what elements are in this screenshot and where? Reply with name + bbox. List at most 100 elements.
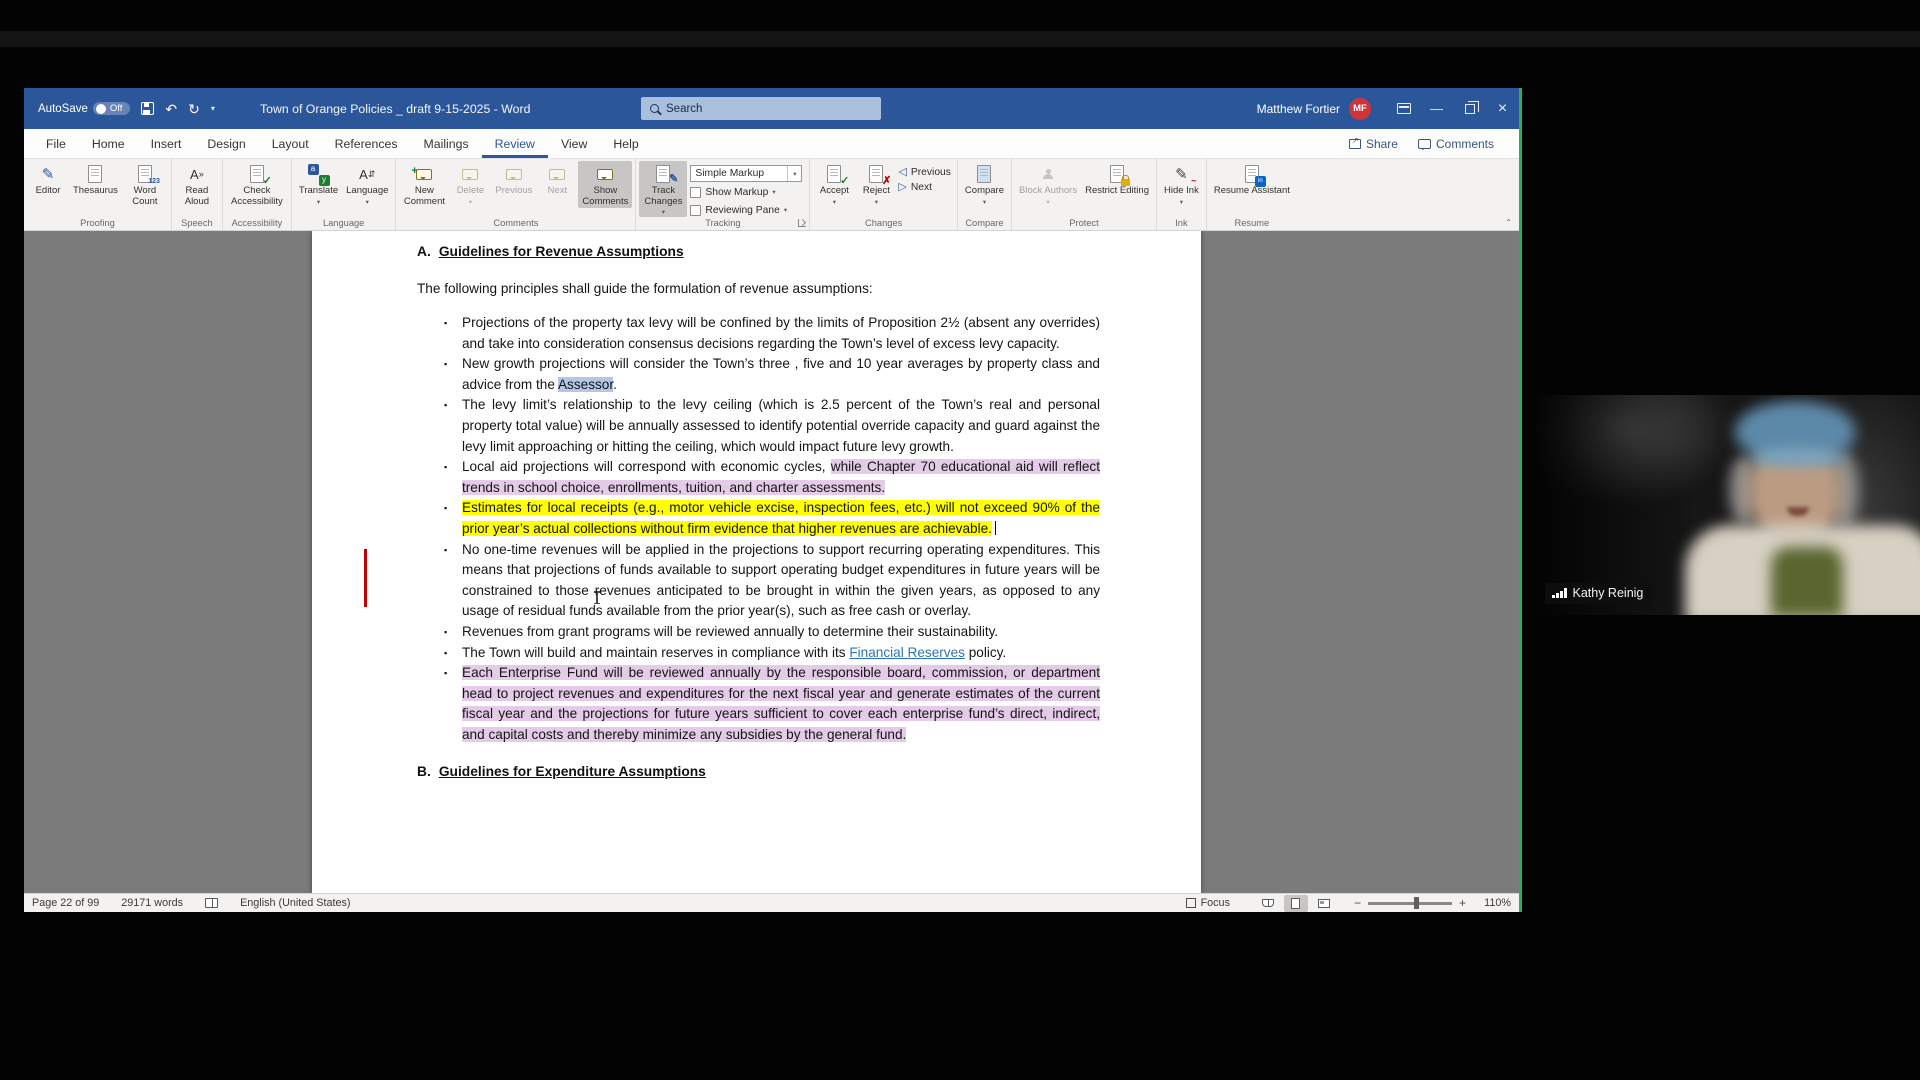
reject-dropdown-icon: ▾ <box>874 198 879 206</box>
restrict-editing-button[interactable]: Restrict Editing <box>1081 161 1153 198</box>
markup-mode-select[interactable]: Simple Markup ▾ <box>690 165 803 182</box>
thesaurus-icon <box>84 164 106 184</box>
editor-icon: ✎ <box>41 165 55 183</box>
undo-icon[interactable]: ↶ <box>165 102 177 116</box>
block-authors-dropdown-icon: ▾ <box>1046 198 1050 206</box>
language-button[interactable]: A ⇵ Language ▾ <box>342 161 392 207</box>
bullet-local-aid[interactable]: Local aid projections will correspond wi… <box>444 457 1100 498</box>
next-change-button[interactable]: ▷ Next <box>898 181 951 193</box>
zoom-out-button[interactable]: − <box>1354 896 1361 910</box>
tab-insert[interactable]: Insert <box>138 129 195 158</box>
intro-paragraph[interactable]: The following principles shall guide the… <box>417 281 1100 296</box>
text-segment-plain: Projections of the property tax levy wil… <box>462 315 1100 351</box>
avatar[interactable]: MF <box>1349 97 1371 120</box>
tab-design[interactable]: Design <box>194 129 258 158</box>
account-name[interactable]: Matthew Fortier <box>1257 102 1340 116</box>
show-markup-button[interactable]: Show Markup ▾ <box>690 184 802 200</box>
comments-button[interactable]: Comments <box>1409 134 1503 154</box>
tab-help[interactable]: Help <box>600 129 651 158</box>
tab-layout[interactable]: Layout <box>259 129 322 158</box>
page-indicator[interactable]: Page 22 of 99 <box>32 897 99 909</box>
bullet-levy-limit[interactable]: The levy limit’s relationship to the lev… <box>444 395 1100 457</box>
bullet-reserves[interactable]: The Town will build and maintain reserve… <box>444 643 1100 664</box>
zoom-level[interactable]: 110% <box>1473 897 1511 909</box>
zoom-slider[interactable] <box>1367 897 1452 909</box>
close-button[interactable]: × <box>1486 88 1519 129</box>
reject-button[interactable]: ✗ Reject ▾ <box>855 161 897 207</box>
statusbar-right: Focus − + 110% <box>1185 894 1511 912</box>
restore-button[interactable] <box>1453 88 1486 129</box>
read-mode-button[interactable] <box>1256 895 1280 912</box>
share-button[interactable]: Share <box>1340 134 1407 154</box>
customize-qat-icon[interactable]: ▾ <box>211 104 215 113</box>
text-segment-purple: Each Enterprise Fund will be reviewed an… <box>462 665 1100 742</box>
webcam-shadow <box>1537 395 1697 615</box>
show-comments-button[interactable]: Show Comments <box>578 161 633 208</box>
language-indicator[interactable]: English (United States) <box>240 897 350 909</box>
web-layout-button[interactable] <box>1312 895 1336 912</box>
tab-file[interactable]: File <box>33 129 79 158</box>
block-authors-button[interactable]: Block Authors ▾ <box>1015 161 1081 207</box>
translate-button[interactable]: a y Translate ▾ <box>295 161 342 207</box>
word-count-button[interactable]: 123 Word Count <box>122 161 168 208</box>
autosave-toggle[interactable]: AutoSave Off <box>38 102 131 115</box>
group-resume: in Resume Assistant Resume <box>1207 159 1297 230</box>
collapse-ribbon-icon[interactable]: ⌃ <box>1505 218 1512 227</box>
compare-button[interactable]: Compare ▾ <box>961 161 1008 207</box>
resume-assistant-button[interactable]: in Resume Assistant <box>1210 161 1294 198</box>
zoom-in-button[interactable]: + <box>1459 896 1466 910</box>
bullet-property-tax-levy[interactable]: Projections of the property tax levy wil… <box>444 313 1100 354</box>
word-window: AutoSave Off ↶ ↻ ▾ Town of Orange Polici… <box>24 88 1519 912</box>
group-comments: + New Comment Delete ▾ Previous Next Sho… <box>396 159 637 230</box>
accept-icon: ✓ <box>823 164 849 187</box>
tab-home[interactable]: Home <box>79 129 138 158</box>
tracking-dialog-launcher[interactable] <box>798 219 807 227</box>
focus-button[interactable]: Focus <box>1185 897 1230 909</box>
minimize-button[interactable]: — <box>1420 88 1453 129</box>
delete-comment-button[interactable]: Delete ▾ <box>449 161 491 207</box>
group-changes: ✓ Accept ▾ ✗ Reject ▾ ◁ Previous ▷ Next … <box>810 159 958 230</box>
proofing-status-icon[interactable] <box>205 898 219 908</box>
previous-change-button[interactable]: ◁ Previous <box>898 166 951 178</box>
zoom-slider-thumb[interactable] <box>1414 897 1420 909</box>
bullet-enterprise-fund[interactable]: Each Enterprise Fund will be reviewed an… <box>444 663 1100 745</box>
tab-mailings[interactable]: Mailings <box>411 129 482 158</box>
editor-button[interactable]: ✎ Editor <box>27 161 69 198</box>
document-page[interactable]: A. Guidelines for Revenue Assumptions The… <box>312 231 1201 893</box>
next-comment-icon <box>546 164 568 184</box>
ribbon-display-options-button[interactable] <box>1387 88 1420 129</box>
autosave-pill[interactable]: Off <box>92 102 131 115</box>
check-accessibility-button[interactable]: ✓ Check Accessibility <box>226 161 288 208</box>
search-input[interactable]: Search <box>641 97 881 120</box>
thesaurus-button[interactable]: Thesaurus <box>69 161 122 198</box>
previous-comment-button[interactable]: Previous <box>491 161 536 198</box>
print-layout-button[interactable] <box>1283 894 1308 912</box>
document-canvas[interactable]: A. Guidelines for Revenue Assumptions The… <box>24 231 1519 893</box>
heading-revenue-assumptions[interactable]: A. Guidelines for Revenue Assumptions <box>417 244 1100 259</box>
bullet-one-time-revenues[interactable]: No one-time revenues will be applied in … <box>444 540 1100 622</box>
language-dropdown-icon: ▾ <box>365 198 369 206</box>
tab-references[interactable]: References <box>322 129 411 158</box>
accept-button[interactable]: ✓ Accept ▾ <box>813 161 855 207</box>
reviewing-pane-button[interactable]: Reviewing Pane ▾ <box>690 202 802 218</box>
zoom-controls: − + 110% <box>1354 896 1511 910</box>
bullet-new-growth[interactable]: New growth projections will consider the… <box>444 354 1100 395</box>
tab-view[interactable]: View <box>548 129 600 158</box>
save-icon[interactable] <box>141 102 155 115</box>
next-comment-button[interactable]: Next <box>536 161 578 198</box>
tab-review[interactable]: Review <box>481 129 548 158</box>
bullet-local-receipts[interactable]: Estimates for local receipts (e.g., moto… <box>444 498 1100 539</box>
read-aloud-button[interactable]: A» Read Aloud <box>175 161 219 208</box>
track-changes-button[interactable]: ✎ Track Changes ▾ <box>639 161 688 217</box>
new-comment-button[interactable]: + New Comment <box>399 161 449 208</box>
hide-ink-button[interactable]: ✎ ~ Hide Ink ▾ <box>1160 161 1203 207</box>
new-comment-icon: + <box>411 164 435 184</box>
text-segment-plain: The levy limit’s relationship to the lev… <box>462 397 1100 454</box>
bullet-grant-programs[interactable]: Revenues from grant programs will be rev… <box>444 622 1100 643</box>
group-label-accessibility: Accessibility <box>231 218 283 228</box>
heading-expenditure-assumptions[interactable]: B. Guidelines for Expenditure Assumptions <box>417 764 1100 779</box>
webcam-video-tile[interactable]: Kathy Reinig <box>1537 395 1920 615</box>
word-count-indicator[interactable]: 29171 words <box>121 897 183 909</box>
redo-icon[interactable]: ↻ <box>188 102 200 116</box>
ribbon-display-icon <box>1396 103 1411 114</box>
